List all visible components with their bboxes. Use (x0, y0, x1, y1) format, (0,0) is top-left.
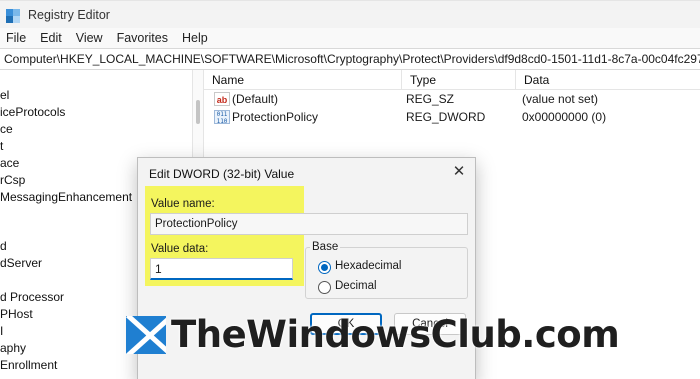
tree-item[interactable]: dServer (0, 255, 42, 272)
tree-item[interactable]: aphy (0, 340, 26, 357)
watermark-text: TheWindowsClub.com (171, 313, 620, 356)
column-headers: Name Type Data (204, 70, 700, 90)
value-data: 0x00000000 (0) (522, 110, 607, 124)
base-label: Base (310, 241, 341, 253)
column-header-data[interactable]: Data (516, 70, 700, 90)
menu-help[interactable]: Help (182, 31, 208, 45)
hexadecimal-label[interactable]: Hexadecimal (335, 260, 401, 272)
close-icon[interactable]: ✕ (450, 163, 468, 181)
menu-favorites[interactable]: Favorites (117, 31, 168, 45)
tree-item[interactable]: d (0, 238, 7, 255)
tree-item[interactable]: el (0, 87, 9, 104)
menu-file[interactable]: File (6, 31, 26, 45)
menu-bar: File Edit View Favorites Help (0, 28, 700, 48)
value-data-input[interactable]: 1 (150, 258, 293, 280)
value-name-field[interactable]: ProtectionPolicy (150, 213, 468, 235)
value-type: REG_SZ (406, 92, 455, 106)
registry-editor-window: Registry Editor File Edit View Favorites… (0, 0, 700, 379)
watermark: TheWindowsClub.com (126, 313, 686, 359)
value-type: REG_DWORD (406, 110, 486, 124)
tree-item[interactable]: d Processor (0, 289, 64, 306)
column-header-name[interactable]: Name (204, 70, 402, 90)
string-value-icon: ab (214, 92, 230, 106)
value-row[interactable]: 011 110 ProtectionPolicy REG_DWORD 0x000… (204, 108, 700, 126)
tree-item[interactable]: ce (0, 121, 13, 138)
column-header-type[interactable]: Type (402, 70, 516, 90)
value-name-label: Value name: (151, 198, 215, 210)
decimal-label[interactable]: Decimal (335, 280, 377, 292)
tree-item[interactable]: ace (0, 155, 19, 172)
tree-item[interactable]: iceProtocols (0, 104, 65, 121)
tree-item[interactable]: MessagingEnhancement (0, 189, 132, 206)
hexadecimal-radio[interactable] (318, 261, 331, 274)
menu-view[interactable]: View (76, 31, 103, 45)
tree-item[interactable]: PHost (0, 306, 33, 323)
value-data-label: Value data: (151, 243, 209, 255)
thewindowsclub-logo-icon (126, 316, 166, 354)
window-title: Registry Editor (28, 7, 110, 22)
dialog-title: Edit DWORD (32-bit) Value (149, 167, 295, 181)
value-row[interactable]: ab (Default) REG_SZ (value not set) (204, 90, 700, 108)
value-name: ProtectionPolicy (232, 110, 319, 124)
tree-item[interactable]: t (0, 138, 3, 155)
title-bar: Registry Editor (0, 0, 700, 28)
tree-item[interactable]: rCsp (0, 172, 25, 189)
menu-edit[interactable]: Edit (40, 31, 62, 45)
registry-editor-icon (6, 7, 22, 23)
tree-item[interactable]: Enrollment (0, 357, 57, 374)
binary-value-icon: 011 110 (214, 110, 230, 125)
value-name: (Default) (232, 92, 279, 106)
value-data: (value not set) (522, 92, 599, 106)
address-bar[interactable]: Computer\HKEY_LOCAL_MACHINE\SOFTWARE\Mic… (0, 48, 700, 70)
decimal-radio[interactable] (318, 281, 331, 294)
scrollbar-thumb[interactable] (196, 100, 200, 124)
tree-item[interactable]: I (0, 323, 3, 340)
